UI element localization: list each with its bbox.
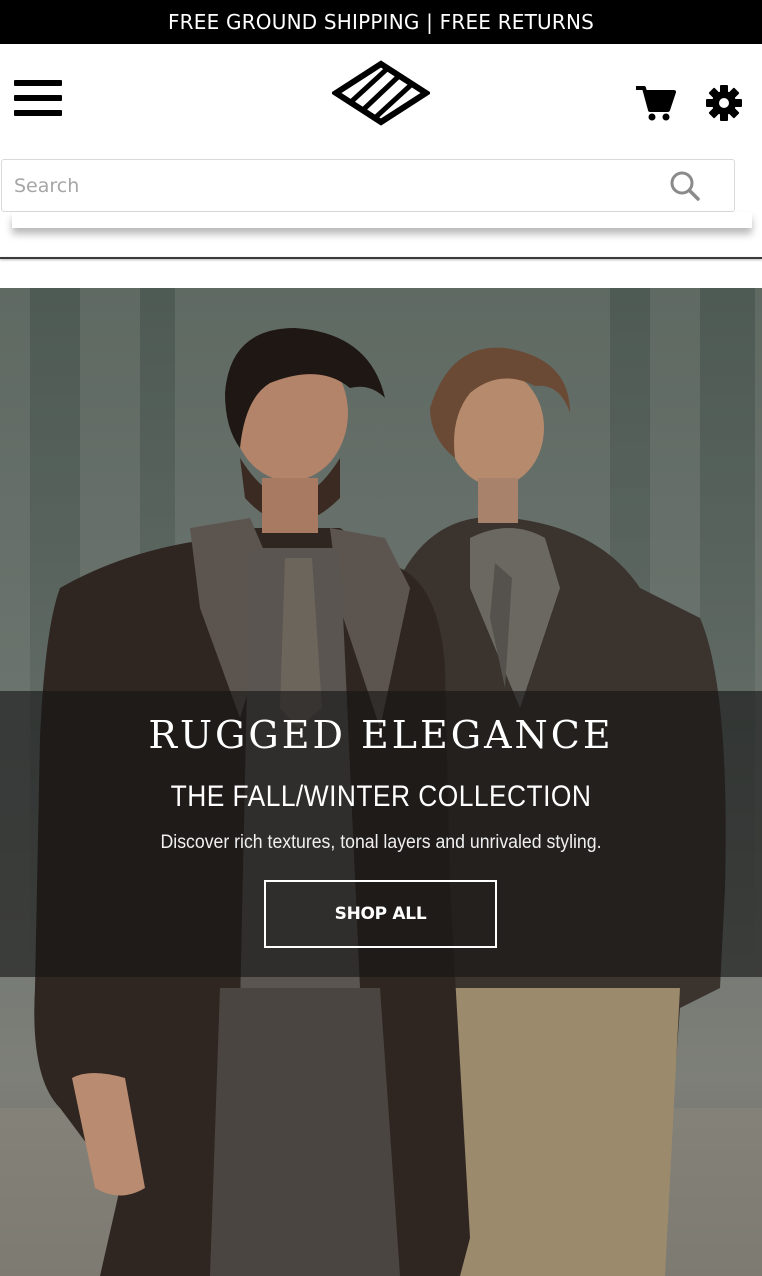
header-divider [0,257,762,259]
brand-logo[interactable] [332,60,430,126]
gear-icon[interactable] [705,84,743,122]
hero-subtitle: THE FALL/WINTER COLLECTION [170,780,592,813]
promo-text: FREE GROUND SHIPPING | FREE RETURNS [167,10,595,34]
header-shadow-panel [12,212,752,228]
shopping-cart-icon[interactable] [634,82,676,122]
search-input[interactable] [2,160,662,211]
shop-all-label: SHOP ALL [334,904,427,924]
hero-description: Discover rich textures, tonal layers and… [160,832,602,853]
search-icon[interactable] [668,169,702,203]
promo-banner: FREE GROUND SHIPPING | FREE RETURNS [0,0,762,44]
hamburger-menu-icon-bar [14,95,62,101]
hamburger-menu-icon [14,80,62,86]
hamburger-menu-icon-bar [14,110,62,116]
site-header [0,44,762,156]
search-bar [1,159,735,212]
shop-all-button[interactable]: SHOP ALL [264,880,497,948]
menu-button[interactable] [14,80,64,118]
hero-title: RUGGED ELEGANCE [148,713,614,757]
hero-banner[interactable]: RUGGED ELEGANCE THE FALL/WINTER COLLECTI… [0,288,762,1276]
